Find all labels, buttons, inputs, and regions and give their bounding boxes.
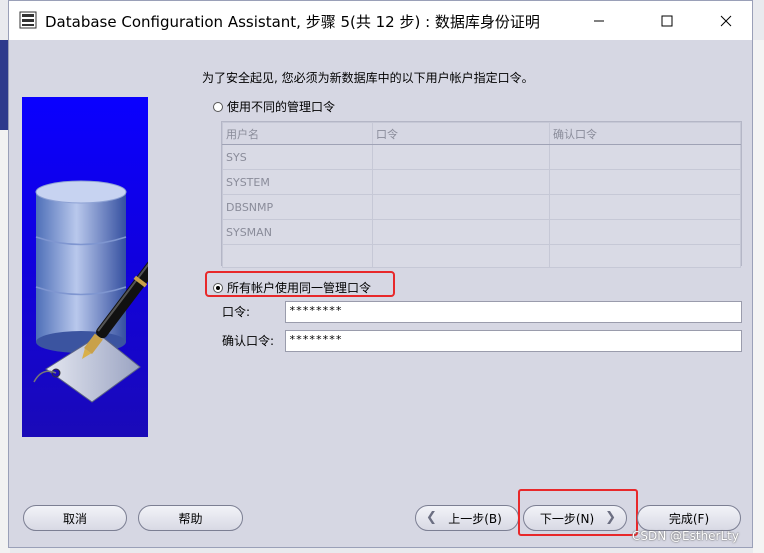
radio-same-password[interactable]: 所有帐户使用同一管理口令: [213, 279, 371, 296]
confirm-password-cell: [549, 219, 741, 245]
maximize-icon: [661, 15, 673, 26]
confirm-password-cell: [549, 194, 741, 220]
radio-same-password-label: 所有帐户使用同一管理口令: [227, 281, 372, 295]
confirm-password-cell: [549, 144, 741, 170]
minimize-icon: [594, 20, 604, 21]
username-cell: SYSMAN: [222, 219, 373, 245]
confirm-password-input[interactable]: ********: [285, 330, 742, 352]
table-row: SYSTEM: [222, 169, 741, 195]
column-header-username: 用户名: [222, 122, 373, 145]
back-button[interactable]: ❮ 上一步(B): [415, 505, 519, 531]
accounts-table: 用户名 口令 确认口令 SYS SYSTEM DBSNMP SYSMAN: [221, 121, 742, 268]
radio-different-passwords[interactable]: 使用不同的管理口令: [213, 98, 335, 115]
username-cell: SYS: [222, 144, 373, 170]
background-window-right: [753, 40, 764, 553]
column-header-confirm-password: 确认口令: [549, 122, 741, 145]
dialog-window: Database Configuration Assistant, 步骤 5(共…: [8, 0, 753, 548]
chevron-left-icon: ❮: [426, 510, 437, 525]
confirm-password-label: 确认口令:: [222, 334, 275, 348]
title-bar: Database Configuration Assistant, 步骤 5(共…: [9, 1, 752, 40]
password-cell: [372, 219, 550, 245]
radio-button[interactable]: [213, 101, 223, 112]
username-cell: DBSNMP: [222, 194, 373, 220]
cancel-button[interactable]: 取消: [23, 505, 127, 531]
annotation-highlight-next: [518, 489, 638, 536]
table-row: SYSMAN: [222, 219, 741, 245]
minimize-button[interactable]: [576, 1, 622, 40]
column-header-password: 口令: [372, 122, 550, 145]
table-row: DBSNMP: [222, 194, 741, 220]
finish-button[interactable]: 完成(F): [637, 505, 741, 531]
close-button[interactable]: [703, 1, 749, 40]
password-label: 口令:: [222, 305, 251, 319]
watermark-text: CSDN @EstherLty: [632, 529, 739, 543]
username-cell: SYSTEM: [222, 169, 373, 195]
window-title: Database Configuration Assistant, 步骤 5(共…: [45, 13, 540, 31]
maximize-button[interactable]: [644, 1, 690, 40]
cancel-button-label: 取消: [62, 511, 87, 526]
help-button[interactable]: 帮助: [138, 505, 243, 531]
back-button-label: 上一步(B): [448, 511, 502, 526]
password-cell: [372, 144, 550, 170]
table-row: SYS: [222, 144, 741, 170]
table-row-empty: [222, 244, 741, 268]
database-pen-illustration: [33, 180, 148, 403]
password-cell: [372, 194, 550, 220]
password-input[interactable]: ********: [285, 301, 742, 323]
password-cell: [372, 169, 550, 195]
help-button-label: 帮助: [178, 511, 203, 526]
wizard-banner-image: [22, 97, 148, 437]
radio-button-selected[interactable]: [213, 282, 223, 293]
intro-text: 为了安全起见, 您必须为新数据库中的以下用户帐户指定口令。: [202, 71, 534, 85]
confirm-password-cell: [549, 169, 741, 195]
radio-different-passwords-label: 使用不同的管理口令: [227, 100, 336, 114]
app-icon: [19, 11, 37, 29]
close-icon: [720, 15, 732, 26]
finish-button-label: 完成(F): [668, 511, 710, 526]
